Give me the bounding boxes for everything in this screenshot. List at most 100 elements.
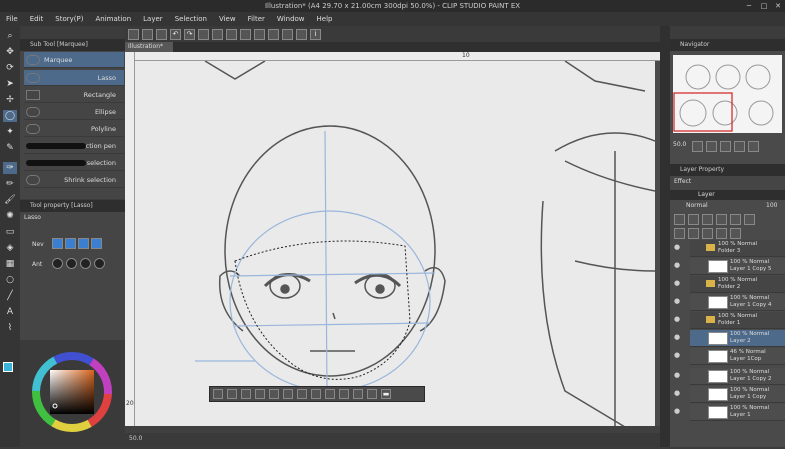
- horizontal-scrollbar[interactable]: [125, 426, 660, 433]
- visibility-eye-icon[interactable]: ●: [674, 315, 684, 325]
- new-icon[interactable]: [128, 28, 139, 40]
- correct-line-icon[interactable]: ⌇: [3, 322, 17, 334]
- deselect-icon[interactable]: [213, 389, 223, 399]
- more-icon[interactable]: ▬: [381, 389, 391, 399]
- menu-help[interactable]: Help: [311, 15, 339, 23]
- maximize-icon[interactable]: □: [757, 0, 771, 12]
- deselect-icon[interactable]: [240, 28, 251, 40]
- navigator-thumbnail[interactable]: [673, 55, 782, 133]
- menu-selection[interactable]: Selection: [169, 15, 213, 23]
- visibility-eye-icon[interactable]: ●: [674, 371, 684, 381]
- crop-icon[interactable]: [227, 389, 237, 399]
- intersect-selection-icon[interactable]: [91, 238, 102, 249]
- eraser-tool-icon[interactable]: ▭: [3, 226, 17, 238]
- new-folder-icon[interactable]: [702, 228, 713, 239]
- aa-none-icon[interactable]: [52, 258, 63, 269]
- panel-divider[interactable]: [660, 26, 670, 447]
- info-icon[interactable]: i: [310, 28, 321, 40]
- mask-icon[interactable]: [730, 214, 741, 225]
- layer-tab[interactable]: Layer: [670, 190, 785, 200]
- new-vector-layer-icon[interactable]: [688, 228, 699, 239]
- layer-row[interactable]: 100 % Normal Layer 1 Copy: [690, 386, 785, 403]
- airbrush-tool-icon[interactable]: ✺: [3, 210, 17, 222]
- sub-tool-erase-selection[interactable]: Erase selection: [24, 155, 124, 171]
- menu-layer[interactable]: Layer: [137, 15, 169, 23]
- layer-row[interactable]: 100 % Normal Layer 1: [690, 404, 785, 421]
- save-icon[interactable]: [156, 28, 167, 40]
- visibility-eye-icon[interactable]: ●: [674, 297, 684, 307]
- close-icon[interactable]: ✕: [771, 0, 785, 12]
- aa-strong-icon[interactable]: [94, 258, 105, 269]
- clip-icon[interactable]: [688, 214, 699, 225]
- layer-row[interactable]: 100 % Normal Layer 1 Copy 2: [690, 368, 785, 385]
- layer-row-folder-1[interactable]: 100 % Normal Folder 1: [690, 312, 785, 329]
- transform-icon[interactable]: [212, 28, 223, 40]
- tone-icon[interactable]: [353, 389, 363, 399]
- clear-icon[interactable]: [283, 389, 293, 399]
- invert-icon[interactable]: [241, 389, 251, 399]
- menu-edit[interactable]: Edit: [24, 15, 50, 23]
- zoom-slider-icon[interactable]: [692, 141, 703, 152]
- move-layer-icon[interactable]: ✢: [3, 94, 17, 106]
- sub-tool-selection-pen[interactable]: Selection pen: [24, 138, 124, 154]
- layer-row[interactable]: 100 % Normal Layer 1 Copy 5: [690, 258, 785, 275]
- layer-row-selected[interactable]: 100 % Normal Layer 2: [690, 330, 785, 347]
- menu-file[interactable]: File: [0, 15, 24, 23]
- delete-layer-icon[interactable]: [730, 228, 741, 239]
- undo-icon[interactable]: ↶: [170, 28, 181, 40]
- redo-icon[interactable]: ↷: [184, 28, 195, 40]
- snap-grid-icon[interactable]: [282, 28, 293, 40]
- menu-filter[interactable]: Filter: [242, 15, 271, 23]
- expand-icon[interactable]: [255, 389, 265, 399]
- sub-tool-ellipse[interactable]: Ellipse: [24, 104, 124, 120]
- visibility-eye-icon[interactable]: ●: [674, 261, 684, 271]
- sub-tool-group[interactable]: Marquee: [24, 52, 124, 68]
- subtract-selection-icon[interactable]: [78, 238, 89, 249]
- new-selection-icon[interactable]: [52, 238, 63, 249]
- menu-animation[interactable]: Animation: [89, 15, 137, 23]
- layer-row[interactable]: 100 % Normal Layer 1 Copy 4: [690, 294, 785, 311]
- sub-tool-lasso[interactable]: Lasso: [24, 70, 124, 86]
- auto-select-icon[interactable]: ✦: [3, 126, 17, 138]
- tab-illustration[interactable]: Illustration*: [125, 42, 173, 52]
- clear-outside-icon[interactable]: [297, 389, 307, 399]
- visibility-eye-icon[interactable]: ●: [674, 279, 684, 289]
- visibility-eye-icon[interactable]: ●: [674, 243, 684, 253]
- invert-selection-icon[interactable]: [254, 28, 265, 40]
- drawing-canvas[interactable]: [135, 61, 655, 433]
- visibility-eye-icon[interactable]: ●: [674, 407, 684, 417]
- visibility-eye-icon[interactable]: ●: [674, 333, 684, 343]
- main-color-swatch[interactable]: [3, 362, 17, 374]
- layer-row-folder-2[interactable]: 100 % Normal Folder 2: [690, 276, 785, 293]
- add-selection-icon[interactable]: [65, 238, 76, 249]
- menu-window[interactable]: Window: [271, 15, 311, 23]
- rotate-icon[interactable]: [748, 141, 759, 152]
- reference-icon[interactable]: [702, 214, 713, 225]
- new-raster-layer-icon[interactable]: [674, 228, 685, 239]
- fit-icon[interactable]: [734, 141, 745, 152]
- navigator-zoom[interactable]: 50.0: [673, 141, 686, 148]
- brush-tool-icon[interactable]: 🖌: [3, 194, 17, 206]
- draft-icon[interactable]: [716, 214, 727, 225]
- menu-story[interactable]: Story(P): [49, 15, 89, 23]
- shrink-icon[interactable]: [269, 389, 279, 399]
- frame-tool-icon[interactable]: ╱: [3, 290, 17, 302]
- aa-medium-icon[interactable]: [80, 258, 91, 269]
- sub-tool-polyline[interactable]: Polyline: [24, 121, 124, 137]
- snap-ruler-icon[interactable]: [268, 28, 279, 40]
- zoom-in-icon[interactable]: [720, 141, 731, 152]
- copy-paste-icon[interactable]: [311, 389, 321, 399]
- zoom-out-icon[interactable]: [706, 141, 717, 152]
- snap-perspective-icon[interactable]: [296, 28, 307, 40]
- fill-icon[interactable]: [339, 389, 349, 399]
- blend-mode-select[interactable]: Normal: [686, 202, 708, 209]
- menu-view[interactable]: View: [213, 15, 242, 23]
- settings-icon[interactable]: [367, 389, 377, 399]
- ruler-icon[interactable]: [744, 214, 755, 225]
- select-all-icon[interactable]: [226, 28, 237, 40]
- aa-weak-icon[interactable]: [66, 258, 77, 269]
- rotate-tool-icon[interactable]: ⟳: [3, 62, 17, 74]
- opacity-value[interactable]: 100: [766, 202, 777, 209]
- sub-tool-rectangle[interactable]: Rectangle: [24, 87, 124, 103]
- color-wheel[interactable]: [20, 340, 125, 447]
